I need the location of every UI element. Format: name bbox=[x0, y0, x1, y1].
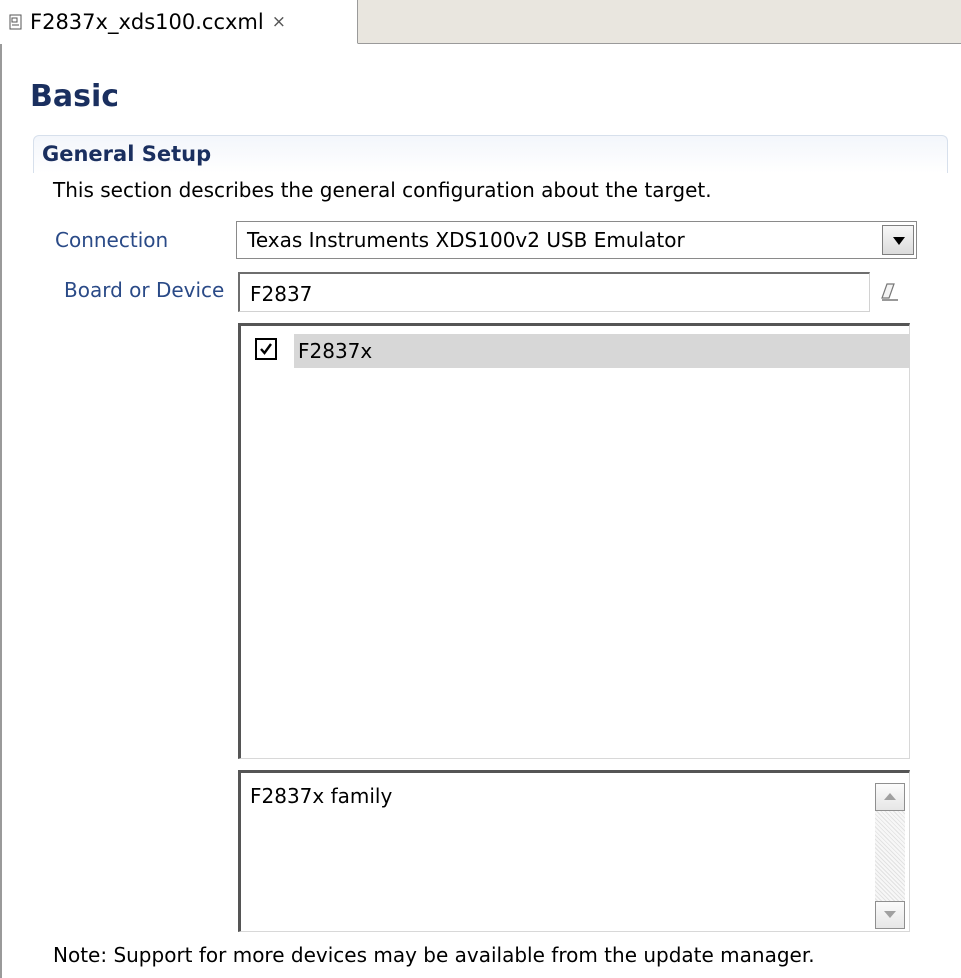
page-title: Basic bbox=[30, 79, 120, 114]
update-manager-note: Note: Support for more devices may be av… bbox=[53, 943, 815, 967]
scroll-up-arrow-icon[interactable] bbox=[875, 783, 905, 811]
device-list[interactable]: F2837x bbox=[238, 323, 910, 759]
device-label: F2837x bbox=[298, 339, 373, 363]
editor-tab[interactable]: F2837x_xds100.ccxml ⨯ bbox=[0, 0, 358, 44]
section-description: This section describes the general confi… bbox=[53, 178, 712, 202]
eraser-icon[interactable] bbox=[878, 281, 904, 303]
close-icon[interactable]: ⨯ bbox=[272, 12, 286, 32]
device-description-text: F2837x family bbox=[250, 784, 393, 808]
connection-label: Connection bbox=[55, 228, 169, 252]
editor-tab-bar: F2837x_xds100.ccxml ⨯ bbox=[0, 0, 961, 44]
scroll-down-arrow-icon[interactable] bbox=[875, 901, 905, 929]
target-config-file-icon bbox=[9, 14, 23, 30]
list-item[interactable]: F2837x bbox=[241, 334, 910, 368]
section-title[interactable]: General Setup bbox=[42, 142, 211, 166]
board-or-device-label: Board or Device bbox=[64, 278, 225, 302]
connection-dropdown[interactable]: Texas Instruments XDS100v2 USB Emulator bbox=[236, 221, 917, 259]
chevron-down-icon[interactable] bbox=[882, 225, 914, 255]
selection-highlight bbox=[294, 334, 910, 368]
board-device-filter-input[interactable]: F2837 bbox=[238, 272, 870, 312]
vertical-scrollbar[interactable] bbox=[875, 783, 905, 929]
device-description-box: F2837x family bbox=[238, 770, 910, 932]
connection-value: Texas Instruments XDS100v2 USB Emulator bbox=[247, 228, 685, 252]
device-checkbox[interactable] bbox=[255, 338, 277, 360]
editor-tab-label: F2837x_xds100.ccxml bbox=[30, 9, 264, 34]
